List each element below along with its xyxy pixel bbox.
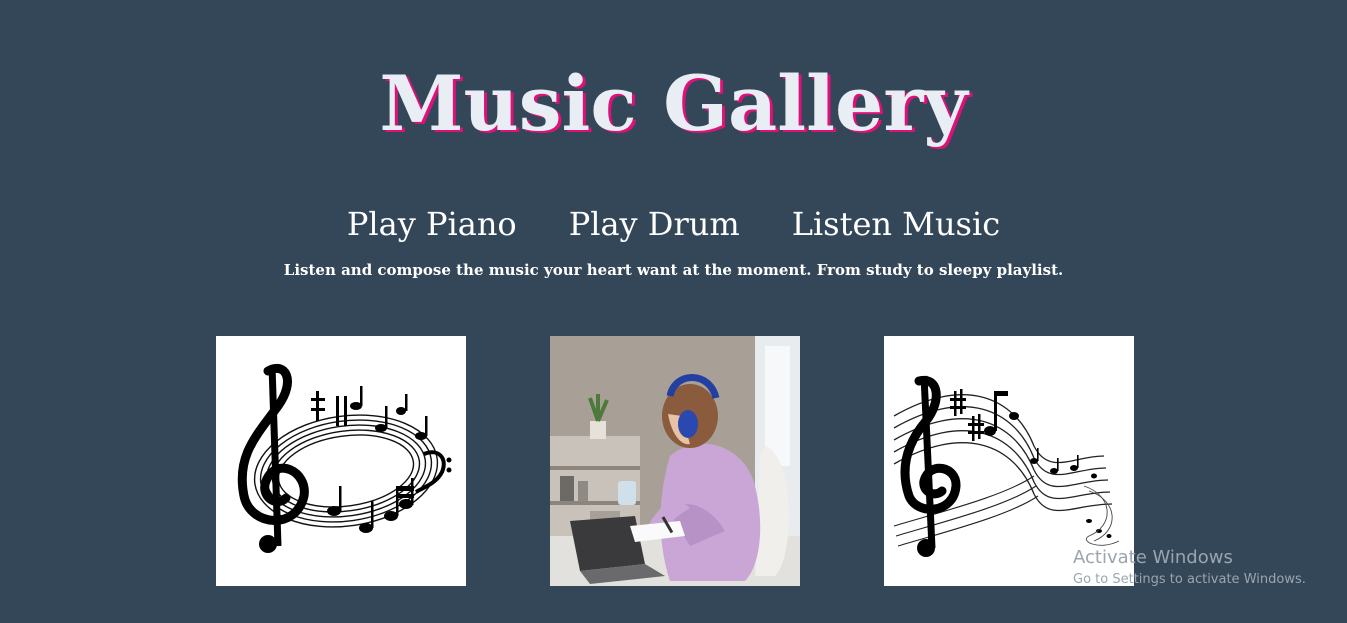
- watermark-subtitle: Go to Settings to activate Windows.: [1073, 572, 1306, 587]
- activate-windows-watermark: Activate Windows Go to Settings to activ…: [1073, 546, 1306, 590]
- watermark-title: Activate Windows: [1073, 547, 1233, 568]
- treble-clef-swirl-image[interactable]: [216, 336, 466, 586]
- page: Music Gallery Play Piano Play Drum Liste…: [0, 0, 1347, 623]
- nav-link-play-piano[interactable]: Play Piano: [347, 202, 517, 246]
- girl-studying-headphones-image[interactable]: [550, 336, 800, 586]
- treble-clef-swirl-graphic: [216, 336, 466, 586]
- image-gallery: [216, 336, 1134, 586]
- nav-link-listen-music[interactable]: Listen Music: [792, 202, 1000, 246]
- girl-studying-graphic: [550, 336, 800, 586]
- tagline: Listen and compose the music your heart …: [283, 261, 1064, 279]
- page-title: Music Gallery: [379, 59, 968, 148]
- main-nav: Play Piano Play Drum Listen Music: [0, 202, 1347, 246]
- nav-link-play-drum[interactable]: Play Drum: [569, 202, 740, 246]
